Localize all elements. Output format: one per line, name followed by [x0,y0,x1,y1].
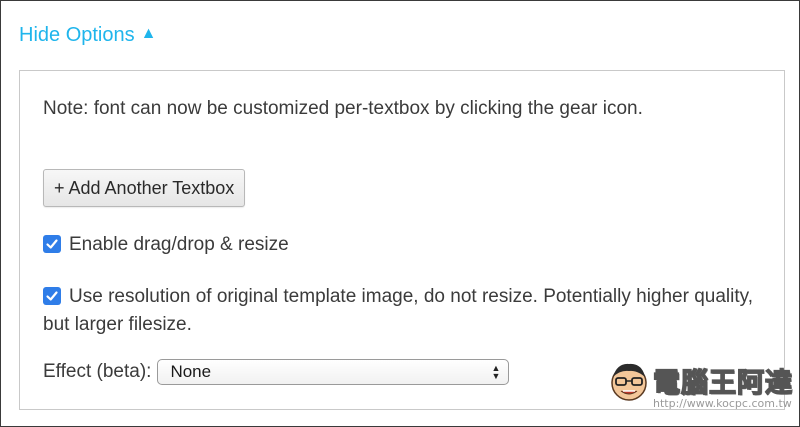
effect-selected-value: None [170,362,212,381]
hide-options-label[interactable]: Hide Options [19,21,135,49]
mascot-face-icon [611,363,647,401]
add-textbox-button[interactable]: + Add Another Textbox [43,169,246,207]
page-frame: Hide Options ▲ Note: font can now be cus… [0,0,800,427]
effect-label: Effect (beta): [43,361,152,382]
triangle-up-icon[interactable]: ▲ [141,26,157,42]
original-resolution-checkbox[interactable] [43,287,61,305]
hide-options-toggle[interactable]: Hide Options ▲ [19,21,156,49]
watermark: 電腦王阿達 http://www.kocpc.com.tw [607,353,793,415]
original-resolution-label[interactable]: Use resolution of original template imag… [43,286,753,335]
effect-row: Effect (beta): None ▲ ▼ [43,358,510,386]
select-arrows-icon: ▲ ▼ [491,363,501,381]
enable-drag-drop-row: Enable drag/drop & resize [43,231,289,259]
note-text: Note: font can now be customized per-tex… [43,98,643,119]
checkmark-icon [46,239,58,249]
effect-select[interactable]: None ▲ ▼ [157,359,510,385]
checkmark-icon [46,291,58,301]
original-resolution-row: Use resolution of original template imag… [43,283,763,339]
enable-drag-drop-label[interactable]: Enable drag/drop & resize [69,231,289,259]
enable-drag-drop-checkbox[interactable] [43,235,61,253]
watermark-text: 電腦王阿達 [652,367,793,399]
watermark-url: http://www.kocpc.com.tw [653,397,792,410]
